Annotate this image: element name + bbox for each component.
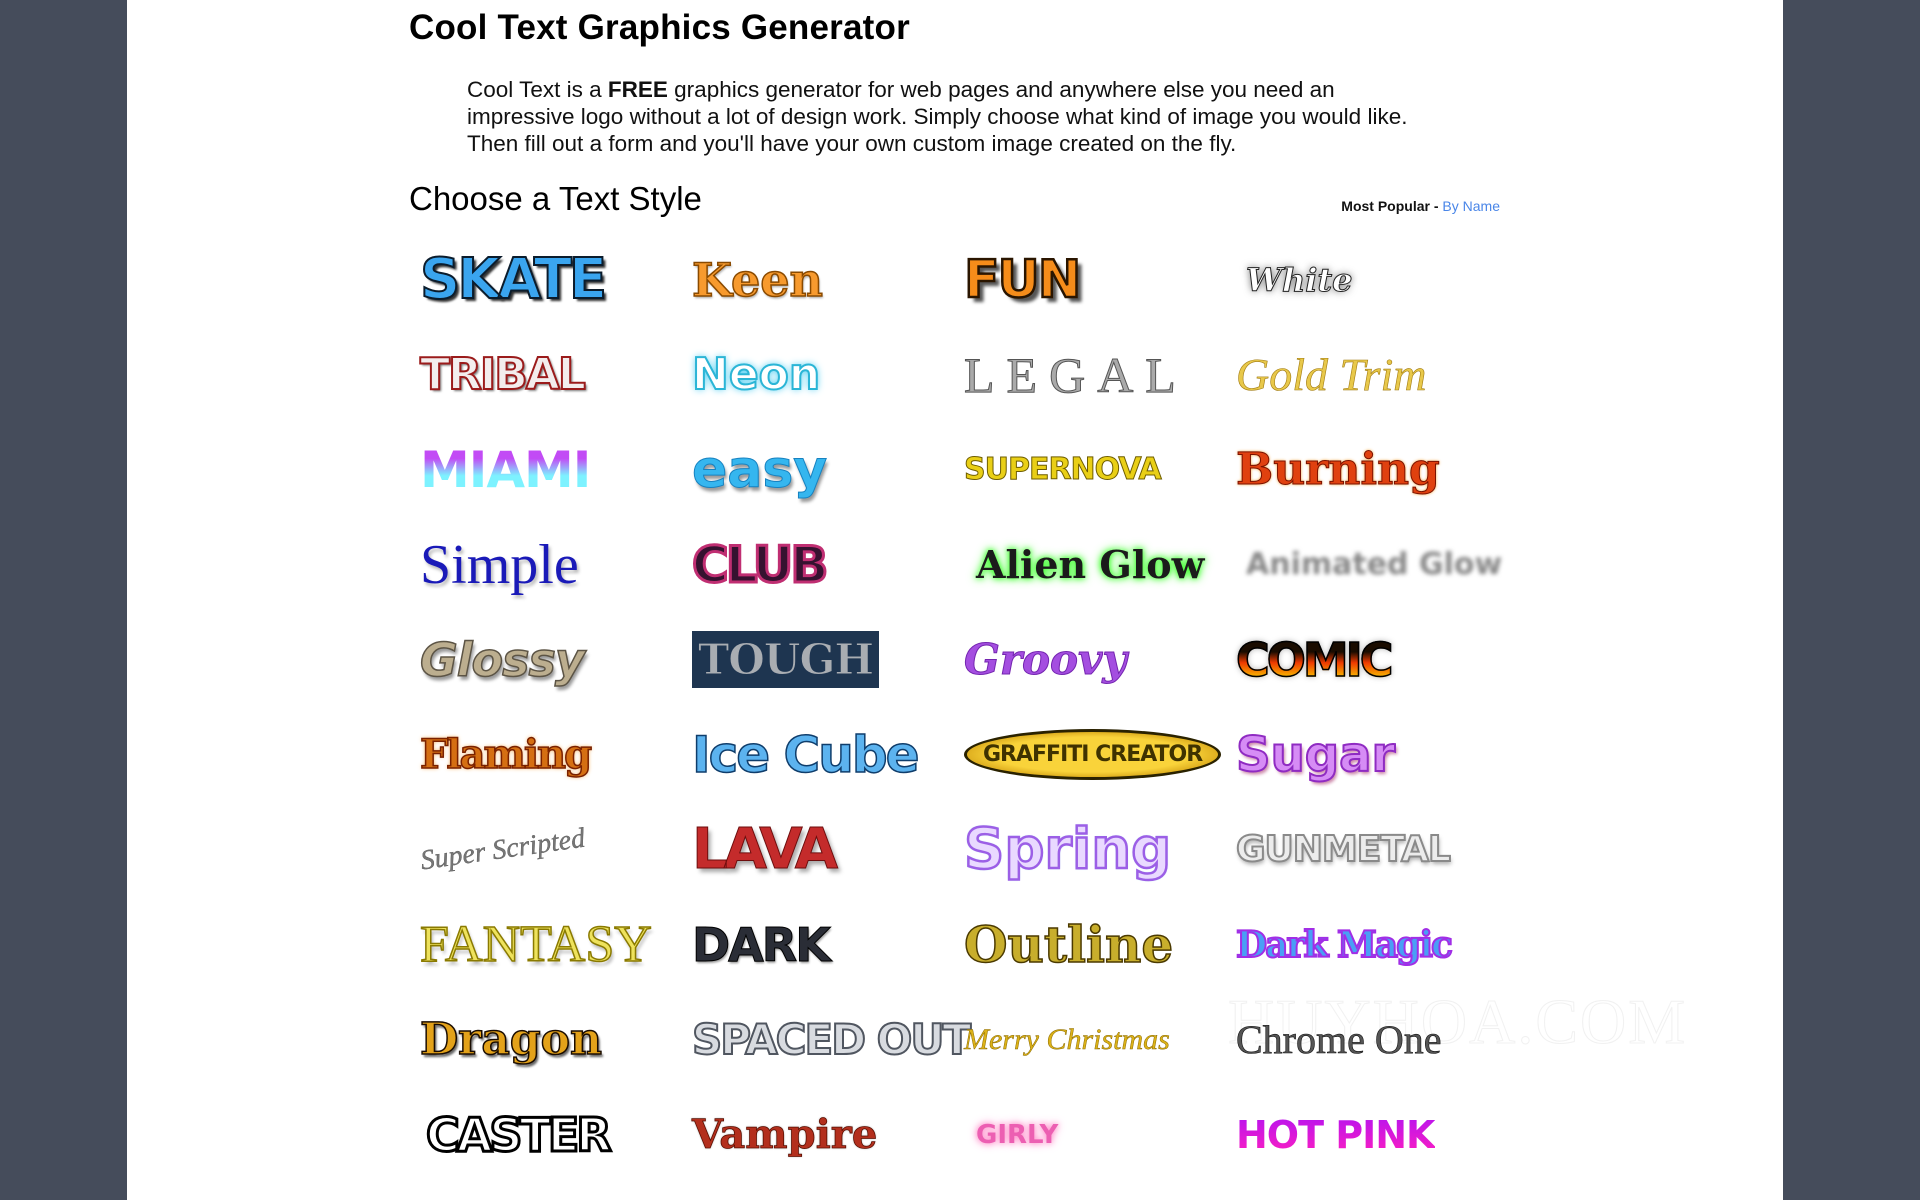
style-logo: Animated Glow [1246, 547, 1503, 582]
style-logo: Dark Magic [1235, 923, 1454, 967]
style-logo: Simple [420, 533, 579, 596]
style-dark[interactable]: DARK [692, 897, 964, 992]
text-style-grid: SKATE Keen FUN White TRIBAL Neon LEGAL G… [418, 232, 1503, 1182]
style-dragon[interactable]: Dragon [419, 992, 692, 1087]
style-supernova[interactable]: SUPERNOVA [964, 422, 1236, 517]
style-logo: Super Scripted [418, 822, 587, 876]
style-glossy[interactable]: Glossy [419, 612, 692, 707]
style-outline[interactable]: Outline [963, 897, 1236, 992]
style-logo: CLUB [690, 534, 830, 595]
style-club[interactable]: CLUB [690, 517, 964, 612]
sort-by-name-link[interactable]: By Name [1442, 198, 1500, 214]
style-logo: Alien Glow [976, 542, 1205, 587]
style-logo: SPACED OUT [691, 1014, 972, 1065]
style-gold-trim[interactable]: Gold Trim [1236, 327, 1500, 422]
style-super-scripted[interactable]: Super Scripted [418, 802, 692, 897]
style-legal[interactable]: LEGAL [964, 327, 1236, 422]
style-logo: CASTER [425, 1106, 614, 1163]
style-logo: Keen [691, 252, 823, 308]
style-flaming[interactable]: Flaming [419, 707, 692, 802]
style-spaced-out[interactable]: SPACED OUT [691, 992, 972, 1087]
page-title: Cool Text Graphics Generator [409, 8, 910, 47]
style-keen[interactable]: Keen [691, 232, 964, 327]
style-graffiti-creator[interactable]: GRAFFITI CREATOR [964, 707, 1236, 802]
style-logo: GUNMETAL [1235, 828, 1452, 871]
style-sugar[interactable]: Sugar [1235, 707, 1500, 802]
style-logo: Glossy [419, 632, 585, 688]
style-miami[interactable]: MIAMI [420, 422, 692, 517]
style-gunmetal[interactable]: GUNMETAL [1235, 802, 1500, 897]
section-title: Choose a Text Style [409, 180, 702, 217]
style-logo: HOT PINK [1236, 1112, 1435, 1157]
style-logo: GIRLY [976, 1119, 1059, 1150]
style-girly[interactable]: GIRLY [964, 1087, 1236, 1182]
intro-free-emphasis: FREE [607, 77, 668, 102]
style-burning[interactable]: Burning [1236, 422, 1500, 517]
style-logo: easy [691, 439, 828, 500]
style-logo: Flaming [419, 730, 593, 779]
style-logo: Outline [963, 914, 1174, 975]
style-logo: Dragon [419, 1013, 602, 1066]
style-logo: Sugar [1235, 726, 1396, 784]
style-logo: SUPERNOVA [964, 452, 1163, 488]
style-logo: FUN [963, 248, 1083, 311]
style-merry-christmas[interactable]: Merry Christmas [964, 992, 1236, 1087]
style-logo: Neon [691, 348, 821, 401]
style-white[interactable]: White [1236, 232, 1500, 327]
style-groovy[interactable]: Groovy [964, 612, 1236, 707]
style-logo: Spring [963, 816, 1173, 884]
style-logo: Burning [1236, 444, 1441, 496]
style-logo: Merry Christmas [964, 1022, 1170, 1056]
style-logo: TOUGH [692, 631, 880, 688]
style-logo: COMIC [1235, 632, 1394, 688]
style-neon[interactable]: Neon [691, 327, 964, 422]
style-logo: White [1246, 260, 1353, 299]
style-logo: MIAMI [420, 440, 591, 499]
style-lava[interactable]: LAVA [691, 802, 964, 897]
style-ice-cube[interactable]: Ice Cube [691, 707, 964, 802]
style-chrome-one[interactable]: Chrome One [1236, 992, 1500, 1087]
style-fantasy[interactable]: FANTASY [419, 897, 692, 992]
sort-most-popular: Most Popular [1341, 198, 1430, 214]
style-alien-glow[interactable]: Alien Glow [964, 517, 1236, 612]
style-logo: Groovy [964, 635, 1128, 685]
intro-text-before: Cool Text is a [467, 77, 608, 102]
style-logo: GRAFFITI CREATOR [964, 729, 1222, 780]
style-hot-pink[interactable]: HOT PINK [1236, 1087, 1500, 1182]
style-tribal[interactable]: TRIBAL [419, 327, 692, 422]
style-easy[interactable]: easy [691, 422, 964, 517]
style-vampire[interactable]: Vampire [692, 1087, 964, 1182]
style-spring[interactable]: Spring [963, 802, 1236, 897]
sort-separator: - [1429, 198, 1443, 214]
style-logo: Ice Cube [691, 725, 920, 785]
style-skate[interactable]: SKATE [419, 232, 692, 327]
style-logo: Vampire [692, 1111, 878, 1159]
style-logo: LEGAL [964, 346, 1188, 403]
style-fun[interactable]: FUN [963, 232, 1236, 327]
style-logo: SKATE [419, 246, 608, 313]
style-logo: Chrome One [1236, 1017, 1442, 1063]
style-logo: FANTASY [419, 915, 652, 974]
style-simple[interactable]: Simple [420, 517, 692, 612]
style-logo: TRIBAL [419, 348, 587, 401]
style-tough[interactable]: TOUGH [692, 612, 964, 707]
style-logo: Gold Trim [1236, 349, 1427, 401]
sort-options: Most Popular - By Name [1300, 198, 1500, 214]
style-logo: LAVA [691, 817, 838, 883]
style-animated-glow[interactable]: Animated Glow [1236, 517, 1503, 612]
style-caster[interactable]: CASTER [420, 1087, 692, 1182]
intro-paragraph: Cool Text is a FREE graphics generator f… [467, 76, 1427, 157]
style-dark-magic[interactable]: Dark Magic [1235, 897, 1500, 992]
style-comic[interactable]: COMIC [1235, 612, 1500, 707]
style-logo: DARK [692, 917, 832, 972]
